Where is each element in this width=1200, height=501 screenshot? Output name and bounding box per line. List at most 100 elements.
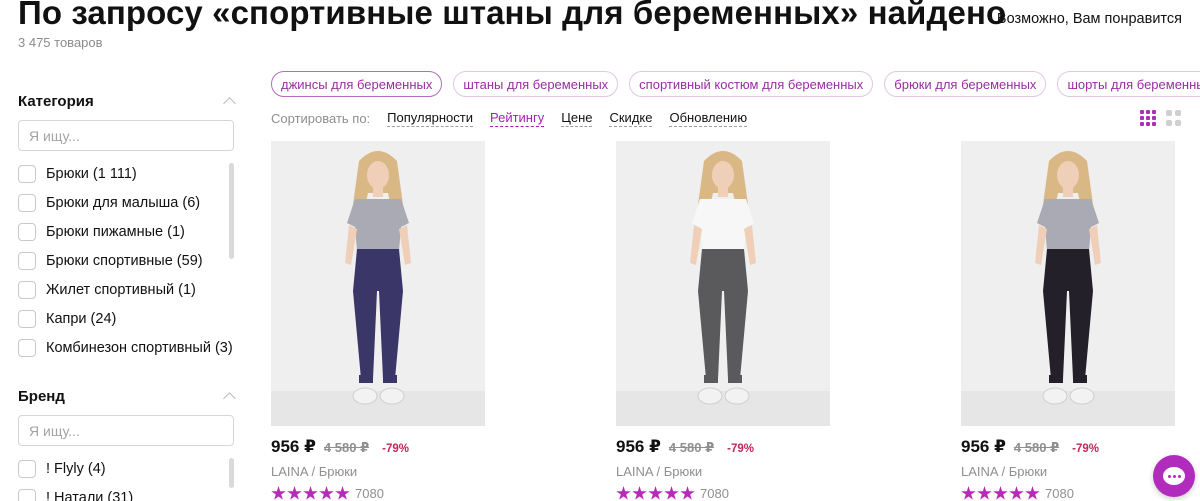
star-icon (335, 486, 350, 500)
chat-icon (1163, 467, 1185, 485)
sort-label: Сортировать по: (271, 111, 371, 126)
category-option-label: Жилет спортивный (1) (46, 281, 196, 298)
star-icon (977, 486, 992, 500)
rating-stars (616, 486, 695, 501)
grid-small-icon[interactable] (1140, 110, 1156, 126)
sort-option-rating[interactable]: Рейтингу (489, 110, 545, 127)
star-icon (664, 486, 679, 500)
sort-option-price[interactable]: Цене (561, 110, 593, 127)
query-chip[interactable]: спортивный костюм для беременных (629, 71, 874, 97)
product-card[interactable]: 956 ₽ 4 580 ₽ -79% LAINA / Брюки 7080 (961, 141, 1175, 501)
checkbox[interactable] (18, 488, 36, 501)
brand-filter: Бренд ! Flyly (4) ! Натали (31) (18, 385, 236, 501)
star-icon (303, 486, 318, 500)
brand-filter-header[interactable]: Бренд (18, 385, 236, 407)
category-option[interactable]: Брюки спортивные (59) (18, 246, 234, 275)
brand-option[interactable]: ! Натали (31) (18, 483, 234, 501)
brand-option-label: ! Натали (31) (46, 489, 134, 501)
rating-row: 7080 (961, 486, 1175, 501)
query-chip[interactable]: шорты для беременных (1057, 71, 1200, 97)
product-name: Брюки (663, 464, 703, 479)
star-icon (616, 486, 631, 500)
category-option[interactable]: Брюки (1 111) (18, 159, 234, 188)
category-option[interactable]: Капри (24) (18, 304, 234, 333)
category-option-label: Брюки (1 111) (46, 165, 137, 182)
category-option[interactable]: Комбинезон спортивный (3) (18, 333, 234, 362)
product-old-price: 4 580 ₽ (668, 440, 715, 455)
brand-option[interactable]: ! Flyly (4) (18, 454, 234, 483)
product-name: Брюки (1008, 464, 1048, 479)
discount-badge: -79% (727, 443, 754, 455)
product-brand: LAINA (961, 464, 998, 479)
product-image[interactable] (271, 141, 485, 426)
sort-option-popularity[interactable]: Популярности (387, 110, 473, 127)
product-price: 956 ₽ (271, 437, 316, 456)
brand-list: ! Flyly (4) ! Натали (31) (18, 454, 234, 501)
rating-stars (961, 486, 1040, 501)
chevron-up-icon[interactable] (223, 97, 236, 110)
chat-button[interactable] (1153, 455, 1195, 497)
chevron-up-icon[interactable] (223, 392, 236, 405)
product-brand: LAINA (616, 464, 653, 479)
query-chip[interactable]: джинсы для беременных (271, 71, 443, 97)
category-option[interactable]: Брюки пижамные (1) (18, 217, 234, 246)
star-icon (632, 486, 647, 500)
price-row: 956 ₽ 4 580 ₽ -79% (271, 437, 485, 457)
related-queries: джинсы для беременных штаны для беременн… (271, 71, 1200, 97)
checkbox[interactable] (18, 251, 36, 270)
sort-option-discount[interactable]: Скидке (609, 110, 653, 127)
star-icon (648, 486, 663, 500)
brand-search-input[interactable] (18, 415, 234, 446)
checkbox[interactable] (18, 459, 36, 478)
brand-option-label: ! Flyly (4) (46, 460, 106, 477)
checkbox[interactable] (18, 338, 36, 357)
discount-badge: -79% (382, 443, 409, 455)
category-filter-title: Категория (18, 92, 94, 110)
star-icon (271, 486, 286, 500)
star-icon (319, 486, 334, 500)
category-option[interactable]: Жилет спортивный (1) (18, 275, 234, 304)
category-filter: Категория Брюки (1 111) Брюки для малыша… (18, 90, 236, 362)
price-row: 956 ₽ 4 580 ₽ -79% (616, 437, 830, 457)
sort-bar: Сортировать по: Популярности Рейтингу Це… (271, 110, 764, 127)
model-photo (616, 141, 830, 426)
product-card[interactable]: 956 ₽ 4 580 ₽ -79% LAINA / Брюки 7080 (616, 141, 830, 501)
star-icon (1009, 486, 1024, 500)
product-price: 956 ₽ (961, 437, 1006, 456)
view-toggle (1140, 110, 1181, 126)
category-search-input[interactable] (18, 120, 234, 151)
rating-row: 7080 (616, 486, 830, 501)
brand-scrollbar[interactable] (229, 458, 234, 488)
filters-sidebar: Категория Брюки (1 111) Брюки для малыша… (18, 90, 236, 501)
query-chip[interactable]: брюки для беременных (884, 71, 1047, 97)
checkbox[interactable] (18, 193, 36, 212)
star-icon (1025, 486, 1040, 500)
category-option-label: Комбинезон спортивный (3) (46, 339, 233, 356)
model-photo (271, 141, 485, 426)
category-filter-header[interactable]: Категория (18, 90, 236, 112)
grid-large-icon[interactable] (1166, 110, 1181, 126)
product-image[interactable] (961, 141, 1175, 426)
sort-option-update[interactable]: Обновлению (669, 110, 748, 127)
category-scrollbar[interactable] (229, 163, 234, 259)
category-list: Брюки (1 111) Брюки для малыша (6) Брюки… (18, 159, 234, 362)
star-icon (287, 486, 302, 500)
product-card[interactable]: 956 ₽ 4 580 ₽ -79% LAINA / Брюки 7080 (271, 141, 485, 501)
product-old-price: 4 580 ₽ (1013, 440, 1060, 455)
checkbox[interactable] (18, 280, 36, 299)
product-image[interactable] (616, 141, 830, 426)
query-chip[interactable]: штаны для беременных (453, 71, 619, 97)
checkbox[interactable] (18, 309, 36, 328)
recommendations-link[interactable]: Возможно, Вам понравится (997, 11, 1182, 27)
checkbox[interactable] (18, 164, 36, 183)
review-count: 7080 (700, 486, 729, 501)
brand-filter-title: Бренд (18, 387, 65, 405)
product-brand: LAINA (271, 464, 308, 479)
result-count: 3 475 товаров (18, 35, 103, 50)
price-row: 956 ₽ 4 580 ₽ -79% (961, 437, 1175, 457)
brand-row: LAINA / Брюки (616, 464, 703, 479)
discount-badge: -79% (1072, 443, 1099, 455)
page-title: По запросу «спортивные штаны для беремен… (18, 0, 1007, 31)
checkbox[interactable] (18, 222, 36, 241)
category-option[interactable]: Брюки для малыша (6) (18, 188, 234, 217)
